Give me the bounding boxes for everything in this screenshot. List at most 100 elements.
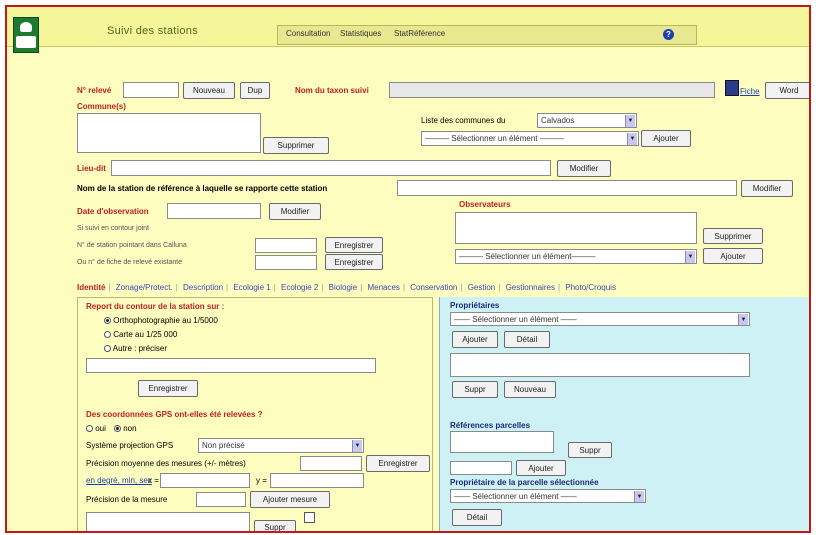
ajouter-proprietaire-button[interactable]: Ajouter [452, 331, 498, 348]
supprimer-commune-button[interactable]: Supprimer [263, 137, 329, 154]
modifier-date-button[interactable]: Modifier [269, 203, 321, 220]
map-icon[interactable] [304, 512, 315, 523]
station-ref-input[interactable] [397, 180, 737, 196]
departement-value: Calvados [541, 116, 575, 125]
tab-gestionnaires[interactable]: Gestionnaires [506, 283, 555, 292]
option-carte[interactable]: Carte au 1/25 000 [104, 330, 177, 339]
x-label: x = [148, 476, 159, 485]
menu-item-statistiques[interactable]: Statistiques [340, 29, 381, 38]
precision-moy-label: Précision moyenne des mesures (+/- mètre… [86, 459, 246, 468]
option-autre[interactable]: Autre : préciser [104, 344, 167, 353]
lieu-dit-input[interactable] [111, 160, 551, 176]
precision-input[interactable] [196, 492, 246, 507]
commune-select-value: ——— Sélectionner un élément ——— [425, 134, 564, 143]
observateurs-label: Observateurs [459, 200, 511, 209]
taxon-label: Nom du taxon suivi [295, 86, 369, 95]
num-station-label: N° de station pointant dans Calluna [77, 242, 187, 249]
chevron-down-icon: ▼ [634, 491, 644, 502]
tab-ecologie-1[interactable]: Ecologie 1 [233, 283, 270, 292]
parcelle-input[interactable] [450, 461, 512, 475]
commune-select[interactable]: ——— Sélectionner un élément ——— ▼ [421, 131, 639, 146]
suppr-parcelle-button[interactable]: Suppr [568, 442, 612, 458]
ajouter-commune-button[interactable]: Ajouter [641, 130, 691, 147]
ajouter-observateur-button[interactable]: Ajouter [703, 248, 763, 264]
suppr-proprietaire-button[interactable]: Suppr [452, 381, 498, 398]
app-window: Suivi des stations Consultation Statisti… [5, 5, 811, 533]
dup-button[interactable]: Dup [240, 82, 270, 99]
proprietaire-select[interactable]: —— Sélectionner un élément —— ▼ [450, 312, 750, 326]
option-ortho[interactable]: Orthophotographie au 1/5000 [104, 316, 218, 325]
header-bar: Suivi des stations Consultation Statisti… [7, 7, 809, 53]
tab-identite[interactable]: Identité [77, 283, 105, 292]
departement-select[interactable]: Calvados ▼ [537, 113, 637, 128]
chevron-down-icon: ▼ [685, 251, 695, 263]
liste-communes-label: Liste des communes du [421, 116, 506, 125]
menu-item-consultation[interactable]: Consultation [286, 29, 330, 38]
observateur-select[interactable]: ——— Sélectionner un élément——— ▼ [455, 249, 697, 264]
ref-parcelles-list[interactable] [450, 431, 554, 453]
tab-menaces[interactable]: Menaces [367, 283, 399, 292]
option-ortho-label: Orthophotographie au 1/5000 [113, 316, 218, 325]
autre-input[interactable] [86, 358, 376, 373]
releve-label: N° relevé [77, 86, 112, 95]
main-menu: Consultation Statistiques StatRéférence [277, 25, 697, 45]
suppr-mesure-button[interactable]: Suppr [254, 520, 296, 531]
enregistrer-fiche-button[interactable]: Enregistrer [325, 254, 383, 270]
enregistrer-station-button[interactable]: Enregistrer [325, 237, 383, 253]
proprio-parcelle-select-value: —— Sélectionner un élément —— [454, 492, 577, 501]
proprio-parcelle-title: Propriétaire de la parcelle sélectionnée [450, 478, 599, 487]
tab-zonage[interactable]: Zonage/Protect. [116, 283, 173, 292]
enregistrer-report-button[interactable]: Enregistrer [138, 380, 198, 397]
mesures-list[interactable] [86, 512, 250, 531]
detail-proprietaire-button[interactable]: Détail [504, 331, 550, 348]
tab-biologie[interactable]: Biologie [329, 283, 357, 292]
menu-item-statreference[interactable]: StatRéférence [394, 29, 445, 38]
logo [13, 17, 39, 53]
chevron-down-icon: ▼ [738, 314, 748, 325]
taxon-input[interactable] [389, 82, 715, 98]
precision-moy-input[interactable] [300, 456, 362, 471]
ajouter-mesure-button[interactable]: Ajouter mesure [250, 491, 330, 508]
fiche-link[interactable]: Fiche [740, 87, 760, 96]
detail-parcelle-button[interactable]: Détail [452, 509, 502, 526]
observateurs-list[interactable] [455, 212, 697, 244]
systeme-select-value: Non précisé [202, 441, 245, 450]
help-icon[interactable]: ? [663, 29, 674, 40]
y-input[interactable] [270, 473, 364, 488]
x-input[interactable] [160, 473, 250, 488]
modifier-lieu-dit-button[interactable]: Modifier [557, 160, 611, 177]
proprietaires-list[interactable] [450, 353, 750, 377]
identite-right-panel: Propriétaires —— Sélectionner un élément… [439, 297, 809, 531]
option-autre-label: Autre : préciser [112, 344, 168, 353]
ajouter-parcelle-button[interactable]: Ajouter [516, 460, 566, 476]
word-doc-icon[interactable] [725, 80, 739, 96]
logo-base [16, 36, 36, 48]
num-station-input[interactable] [255, 238, 317, 253]
coord-format-link[interactable]: en degré, min, sec [86, 476, 152, 485]
tab-gestion[interactable]: Gestion [468, 283, 496, 292]
enregistrer-gps-button[interactable]: Enregistrer [366, 455, 430, 472]
station-ref-label: Nom de la station de référence à laquell… [77, 184, 328, 193]
systeme-select[interactable]: Non précisé ▼ [198, 438, 364, 453]
chevron-down-icon: ▼ [352, 440, 362, 452]
num-fiche-label: Ou n° de fiche de relevé existante [77, 259, 183, 266]
tab-ecologie-2[interactable]: Ecologie 2 [281, 283, 318, 292]
contour-label: Si suivi en contour joint [77, 225, 149, 232]
num-fiche-input[interactable] [255, 255, 317, 270]
tab-photo-croquis[interactable]: Photo/Croquis [565, 283, 616, 292]
communes-list[interactable] [77, 113, 261, 153]
gps-question: Des coordonnées GPS ont-elles été relevé… [86, 410, 263, 419]
gps-oui[interactable]: oui [86, 424, 106, 433]
word-button[interactable]: Word [765, 82, 809, 99]
proprio-parcelle-select[interactable]: —— Sélectionner un élément —— ▼ [450, 489, 646, 503]
releve-input[interactable] [123, 82, 179, 98]
modifier-station-ref-button[interactable]: Modifier [741, 180, 793, 197]
gps-non[interactable]: non [114, 424, 137, 433]
supprimer-observateur-button[interactable]: Supprimer [703, 228, 763, 244]
nouveau-proprietaire-button[interactable]: Nouveau [504, 381, 556, 398]
tab-conservation[interactable]: Conservation [410, 283, 457, 292]
date-input[interactable] [167, 203, 261, 219]
report-title: Report du contour de la station sur : [86, 302, 225, 311]
tab-description[interactable]: Description [183, 283, 223, 292]
nouveau-button[interactable]: Nouveau [183, 82, 235, 99]
